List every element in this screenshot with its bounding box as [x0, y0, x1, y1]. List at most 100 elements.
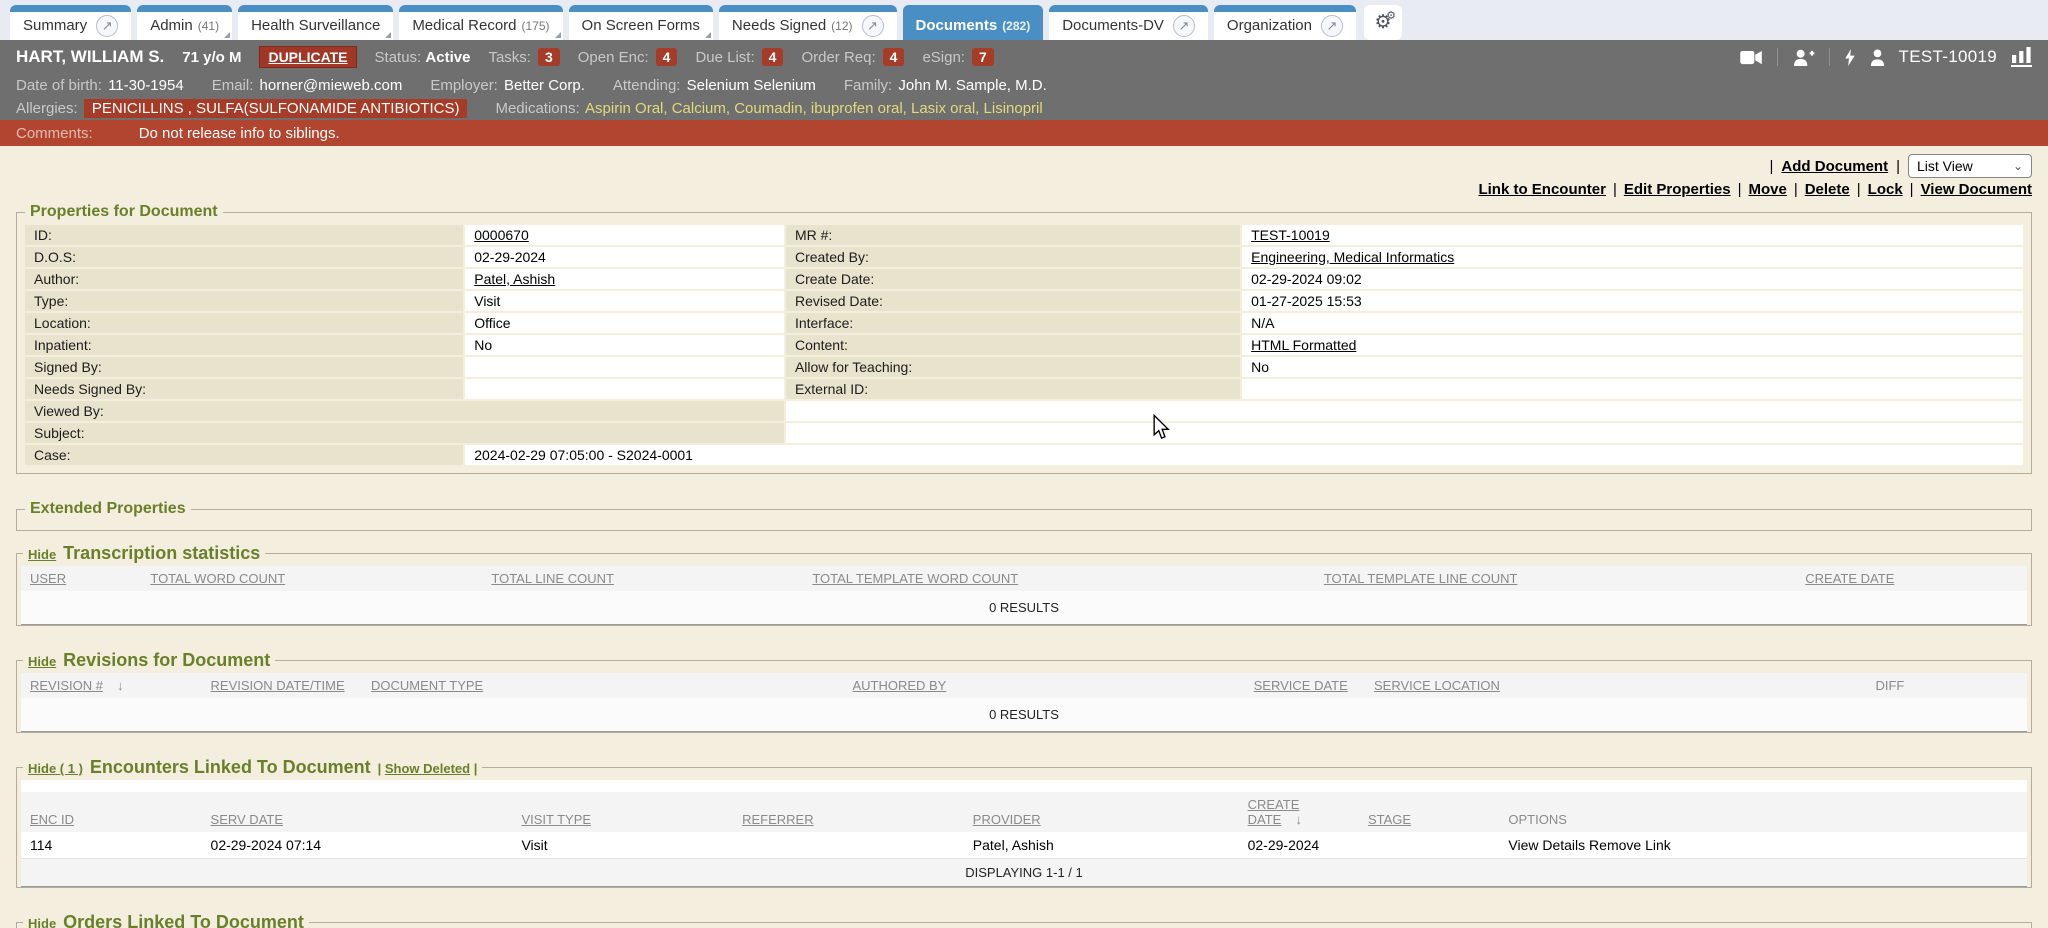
tab-documents[interactable]: Documents (282)	[903, 5, 1044, 40]
field-label: Viewed By:	[25, 401, 784, 421]
tab-documents-dv[interactable]: Documents-DV ↗	[1049, 5, 1208, 40]
tab-summary[interactable]: Summary ↗	[10, 5, 131, 40]
column-header[interactable]: CREATE DATE	[1796, 566, 2027, 591]
tab-count: (175)	[522, 19, 550, 33]
edit-properties-link[interactable]: Edit Properties	[1624, 181, 1731, 198]
field-value: 02-29-2024	[465, 247, 784, 267]
lock-link[interactable]: Lock	[1868, 181, 1903, 198]
counter-badge[interactable]: 4	[656, 48, 678, 66]
tab-organization[interactable]: Organization ↗	[1214, 5, 1356, 40]
created-by-link[interactable]: Engineering, Medical Informatics	[1251, 249, 1454, 265]
separator: |	[1896, 158, 1900, 175]
column-header[interactable]: REVISION #↓	[21, 673, 202, 698]
field-value: Patel, Ashish	[465, 269, 784, 289]
view-document-link[interactable]: View Document	[1921, 181, 2032, 198]
column-header[interactable]: VISIT TYPE	[512, 792, 733, 832]
hide-encounters-link[interactable]: Hide ( 1 )	[28, 761, 83, 776]
field-value	[1242, 379, 2023, 399]
sort-descending-icon[interactable]: ↓	[1295, 812, 1302, 827]
field-label: Author:	[25, 269, 463, 289]
status-label: Status:	[375, 49, 422, 66]
content-format-link[interactable]: HTML Formatted	[1251, 337, 1356, 353]
column-header[interactable]: TOTAL LINE COUNT	[482, 566, 803, 591]
duplicate-badge[interactable]: DUPLICATE	[259, 46, 356, 68]
due-list-counter[interactable]: Due List: 4	[695, 48, 783, 66]
view-mode-select[interactable]: List View ⌄	[1908, 154, 2032, 178]
video-camera-icon[interactable]	[1740, 50, 1763, 65]
field-label: Interface:	[786, 313, 1240, 333]
remove-link-link[interactable]: Remove Link	[1589, 837, 1671, 853]
section-title: Orders Linked To Document	[63, 912, 304, 928]
table-row: Inpatient: No Content: HTML Formatted	[25, 335, 2023, 355]
esign-counter[interactable]: eSign: 7	[922, 48, 993, 66]
author-link[interactable]: Patel, Ashish	[474, 271, 555, 287]
counter-badge[interactable]: 4	[883, 48, 905, 66]
column-header-create-date[interactable]: CREATE DATE↓	[1239, 792, 1359, 832]
hide-orders-link[interactable]: Hide	[28, 916, 56, 928]
document-id-link[interactable]: 0000670	[474, 227, 529, 243]
extended-properties-section: Extended Properties	[16, 500, 2032, 531]
user-icon[interactable]	[1870, 49, 1885, 66]
counter-badge[interactable]: 3	[538, 48, 560, 66]
counter-badge[interactable]: 7	[972, 48, 994, 66]
column-header[interactable]: TOTAL WORD COUNT	[141, 566, 482, 591]
tab-on-screen-forms[interactable]: On Screen Forms	[569, 5, 713, 40]
column-header[interactable]: REVISION DATE/TIME	[202, 673, 362, 698]
flash-bolt-icon[interactable]	[1844, 49, 1856, 66]
tab-needs-signed[interactable]: Needs Signed (12) ↗	[719, 5, 897, 40]
counter-badge[interactable]: 4	[762, 48, 784, 66]
chevron-down-icon: ⌄	[2013, 159, 2023, 173]
order-req-counter[interactable]: Order Req: 4	[801, 48, 904, 66]
field-value	[465, 357, 784, 377]
field-value: Visit	[465, 291, 784, 311]
tab-medical-record[interactable]: Medical Record (175)	[399, 5, 562, 40]
column-header[interactable]: REFERRER	[733, 792, 964, 832]
column-header[interactable]: PROVIDER	[964, 792, 1239, 832]
column-header[interactable]: TOTAL TEMPLATE LINE COUNT	[1315, 566, 1796, 591]
tab-settings-gear-icon[interactable]: ⚙ ⚙	[1364, 5, 1402, 40]
revisions-table: REVISION #↓ REVISION DATE/TIME DOCUMENT …	[21, 673, 2027, 732]
column-header[interactable]: SERV DATE	[202, 792, 513, 832]
view-details-link[interactable]: View Details	[1508, 837, 1585, 853]
field-label: External ID:	[786, 379, 1240, 399]
show-deleted-link[interactable]: Show Deleted	[385, 761, 470, 776]
sort-descending-icon[interactable]: ↓	[117, 678, 124, 693]
hide-transcription-link[interactable]: Hide	[28, 547, 56, 562]
demographics-row: Date of birth: 11-30-1954 Email: horner@…	[0, 74, 2048, 97]
column-header[interactable]: DOCUMENT TYPE	[362, 673, 843, 698]
counter-label: Order Req:	[801, 49, 875, 66]
move-link[interactable]: Move	[1748, 181, 1786, 198]
column-header[interactable]: ENC ID	[21, 792, 202, 832]
field-label: Signed By:	[25, 357, 463, 377]
bar-chart-icon[interactable]	[2011, 47, 2032, 67]
delete-link[interactable]: Delete	[1805, 181, 1850, 198]
allergies-badge[interactable]: PENICILLINS , SULFA(SULFONAMIDE ANTIBIOT…	[84, 99, 468, 118]
user-code[interactable]: TEST-10019	[1899, 47, 1997, 67]
column-header[interactable]: USER	[21, 566, 141, 591]
separator: |	[1770, 158, 1774, 175]
column-header[interactable]: SERVICE DATE	[1245, 673, 1365, 698]
add-document-link[interactable]: Add Document	[1781, 158, 1888, 175]
open-enc-counter[interactable]: Open Enc: 4	[578, 48, 678, 66]
hide-revisions-link[interactable]: Hide	[28, 654, 56, 669]
tab-health-surveillance[interactable]: Health Surveillance	[238, 5, 393, 40]
allergies-row: Allergies: PENICILLINS , SULFA(SULFONAMI…	[0, 97, 2048, 120]
open-in-new-window-icon[interactable]: ↗	[862, 15, 884, 37]
separator: |	[1613, 181, 1617, 198]
field-label: MR #:	[786, 225, 1240, 245]
tasks-counter[interactable]: Tasks: 3	[488, 48, 559, 66]
column-header[interactable]: AUTHORED BY	[843, 673, 1244, 698]
add-user-icon[interactable]	[1792, 49, 1815, 66]
medications-list[interactable]: Aspirin Oral, Calcium, Coumadin, ibuprof…	[585, 100, 1043, 117]
mr-number-link[interactable]: TEST-10019	[1251, 227, 1330, 243]
column-header[interactable]: STAGE	[1359, 792, 1499, 832]
column-header[interactable]: SERVICE LOCATION	[1365, 673, 1867, 698]
stage-cell	[1359, 832, 1499, 859]
column-header[interactable]: TOTAL TEMPLATE WORD COUNT	[803, 566, 1315, 591]
tab-admin[interactable]: Admin (41)	[137, 5, 232, 40]
open-in-new-window-icon[interactable]: ↗	[1321, 15, 1343, 37]
open-in-new-window-icon[interactable]: ↗	[96, 15, 118, 37]
serv-date-cell: 02-29-2024 07:14	[202, 832, 513, 859]
link-to-encounter-link[interactable]: Link to Encounter	[1478, 181, 1606, 198]
open-in-new-window-icon[interactable]: ↗	[1173, 15, 1195, 37]
